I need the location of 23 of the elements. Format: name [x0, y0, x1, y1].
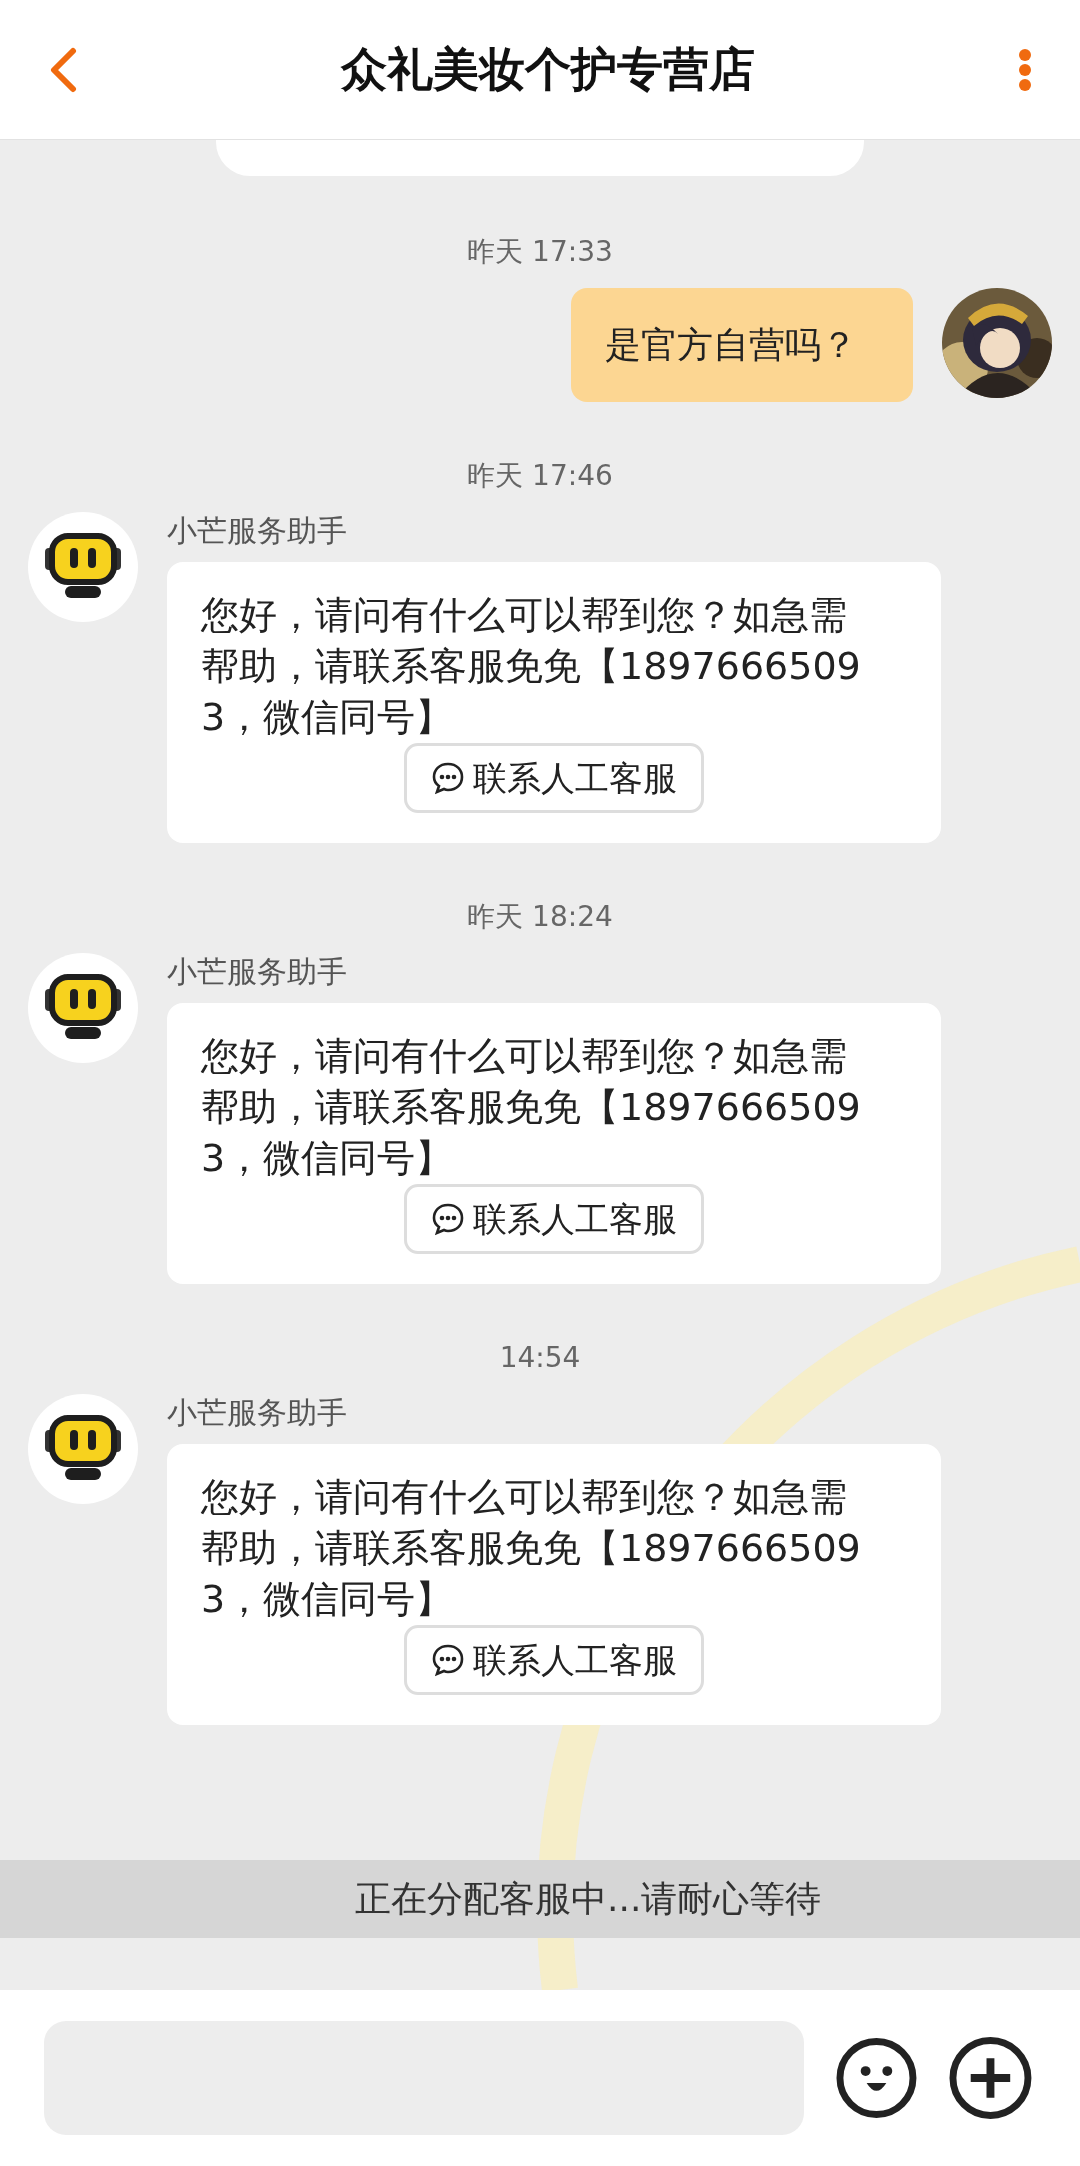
contact-agent-button[interactable]: 联系人工客服 — [404, 743, 704, 813]
emoji-icon[interactable] — [836, 2037, 918, 2119]
message-text: 您好，请问有什么可以帮到您？如急需帮助，请联系客服免免【18976665093，微信同号】 — [201, 1474, 862, 1623]
shop-title: 众礼美妆个护专营店 — [341, 41, 755, 98]
sender-name: 小芒服务助手 — [167, 512, 347, 550]
message-bubble: 是官方自营吗？ — [571, 288, 913, 402]
status-banner-text: 正在分配客服中...请耐心等待 — [355, 1877, 822, 1921]
timestamp: 14:54 — [499, 1340, 581, 1376]
message-text: 您好，请问有什么可以帮到您？如急需帮助，请联系客服免免【18976665093，微信同号】 — [201, 592, 862, 741]
message-text: 您好，请问有什么可以帮到您？如急需帮助，请联系客服免免【18976665093，微信同号】 — [201, 1033, 862, 1182]
contact-agent-button[interactable]: 联系人工客服 — [404, 1184, 704, 1254]
timestamp: 昨天 17:46 — [467, 458, 613, 494]
timestamp: 昨天 18:24 — [467, 899, 613, 935]
sender-name: 小芒服务助手 — [167, 953, 347, 991]
chat-bubble-icon — [431, 761, 465, 795]
timestamp: 昨天 17:33 — [467, 234, 613, 270]
back-icon[interactable] — [48, 46, 78, 93]
contact-agent-button[interactable]: 联系人工客服 — [404, 1625, 704, 1695]
plus-icon[interactable] — [949, 2036, 1032, 2120]
sender-name: 小芒服务助手 — [167, 1394, 347, 1432]
more-icon[interactable] — [1018, 47, 1032, 92]
chat-bubble-icon — [431, 1643, 465, 1677]
chat-bubble-icon — [431, 1202, 465, 1236]
